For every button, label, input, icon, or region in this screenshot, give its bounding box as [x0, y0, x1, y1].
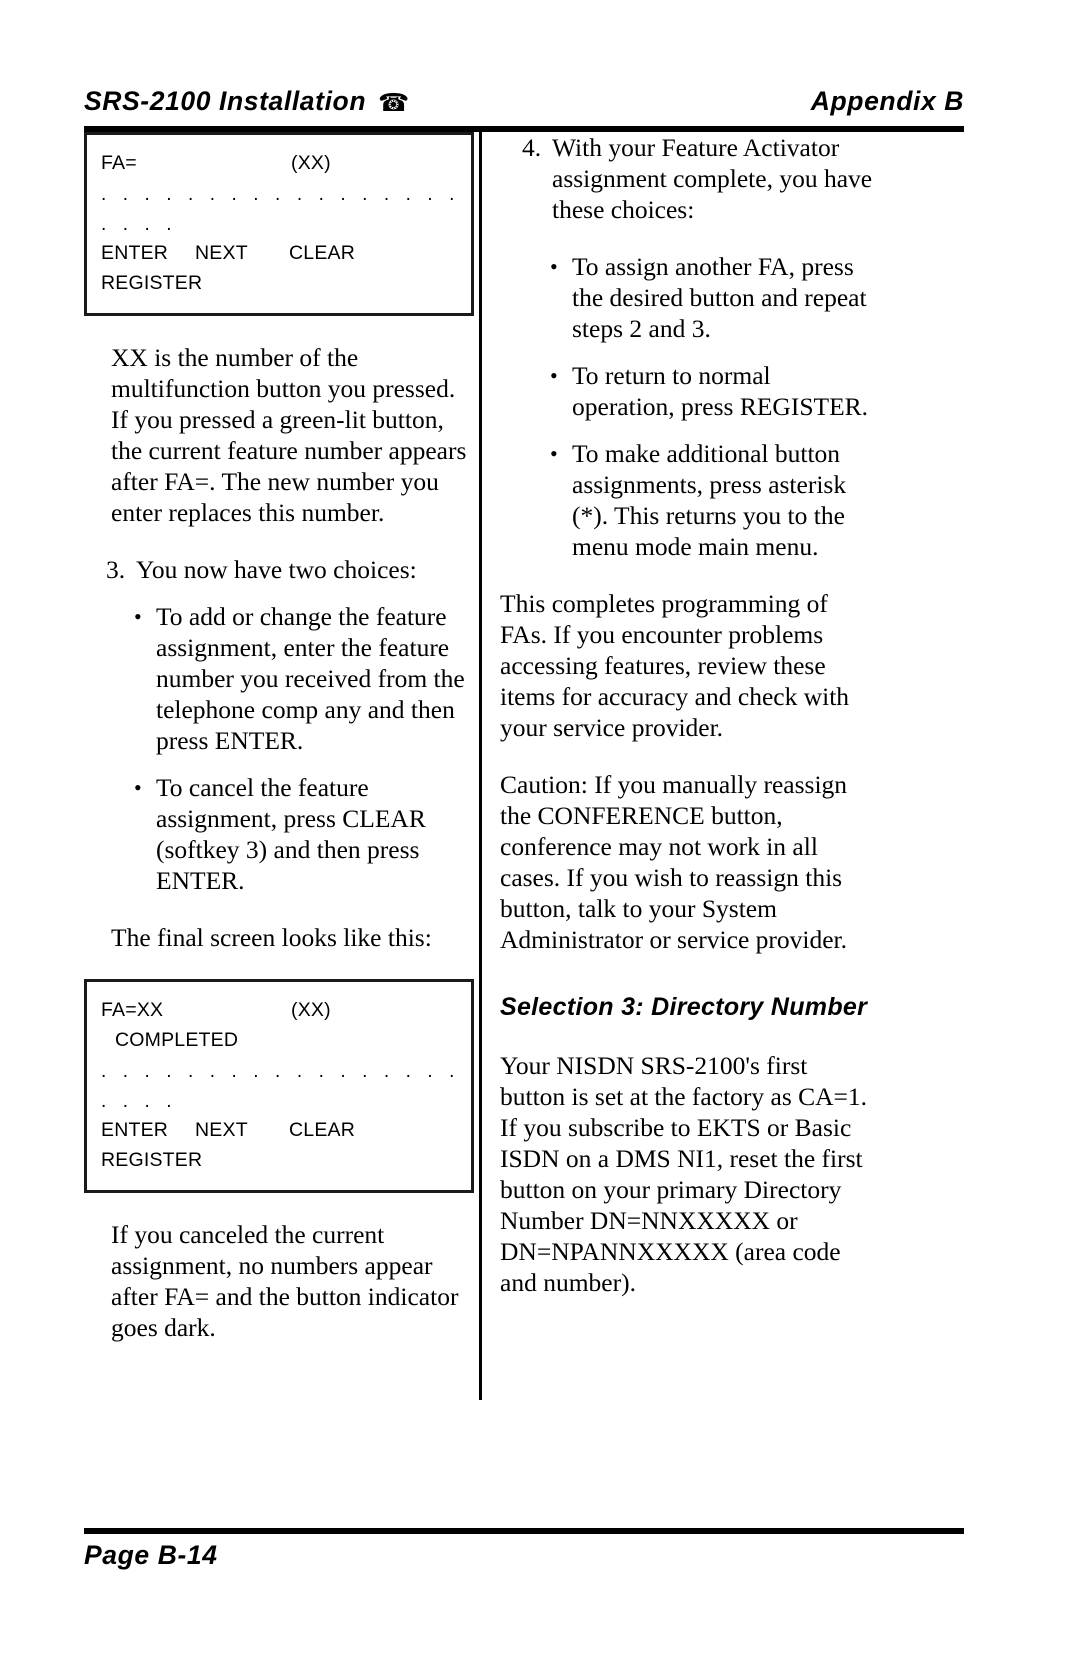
softkey-next: NEXT — [195, 242, 248, 265]
step-4-text: With your Feature Activator assignment c… — [552, 133, 873, 224]
screen-line-fa: FA= (XX) — [101, 149, 471, 179]
paragraph-canceled-assignment: If you canceled the current assignment, … — [111, 1220, 459, 1342]
page-number-label: Page B-14 — [84, 1540, 218, 1570]
column-divider-rule — [479, 130, 482, 1400]
screen-softkey-row: ENTER NEXT CLEAR — [101, 239, 471, 269]
softkey-clear: CLEAR — [289, 242, 356, 265]
list-item-text: To assign another FA, press the desired … — [572, 252, 867, 343]
softkey-enter: ENTER — [101, 242, 169, 265]
step-3-text: You now have two choices: — [136, 555, 417, 584]
screen-line-dots-long: . . . . . . . . . . . . . . . . . . . . … — [101, 1060, 471, 1082]
bullet-icon: • — [550, 363, 558, 388]
section-heading-selection-3: Selection 3: Directory Number — [500, 993, 868, 1021]
list-item: • To add or change the feature assignmen… — [134, 601, 474, 756]
screen-display-box-final: FA=XX (XX) COMPLETED . . . . . . . . . .… — [84, 979, 474, 1193]
step-3-number: 3. — [106, 555, 126, 584]
screen-softkey-register: REGISTER — [101, 1149, 203, 1172]
paragraph-directory-number: Your NISDN SRS-2100's first button is se… — [500, 1051, 868, 1297]
list-item: • To make additional button assignments,… — [550, 438, 878, 562]
list-item-text: To return to normal operation, press REG… — [572, 361, 869, 421]
bullet-icon: • — [134, 775, 142, 800]
list-item: • To return to normal operation, press R… — [550, 360, 878, 422]
step-3: 3. You now have two choices: — [106, 554, 474, 585]
bullet-icon: • — [550, 254, 558, 279]
telephone-icon: ☎ — [378, 89, 410, 117]
softkey-next: NEXT — [195, 1119, 248, 1142]
paragraph-xx-description: XX is the number of the multifunction bu… — [111, 343, 467, 527]
header-left-group: SRS-2100 Installation ☎ — [84, 86, 410, 117]
screen-line-dots-short: . . . . — [101, 1090, 178, 1112]
list-item: • To cancel the feature assignment, pres… — [134, 772, 474, 896]
step-4-number: 4. — [522, 133, 542, 162]
screen-line-dots-short: . . . . — [101, 213, 178, 235]
step-4: 4. With your Feature Activator assignmen… — [522, 132, 878, 225]
screen-softkey-register: REGISTER — [101, 272, 203, 295]
caution-label: Caution: — [500, 770, 588, 799]
header-document-title: SRS-2100 Installation — [84, 86, 367, 116]
left-column: FA= (XX) . . . . . . . . . . . . . . . .… — [84, 132, 474, 1343]
list-item-text: To cancel the feature assignment, press … — [156, 773, 426, 895]
paragraph-final-screen-lead: The final screen looks like this: — [111, 923, 432, 952]
paragraph-completes-programming: This completes programming of FAs. If yo… — [500, 589, 850, 742]
screen-softkey-row: ENTER NEXT CLEAR — [101, 1116, 471, 1146]
screen-line-fa-xx: FA=XX (XX) — [101, 996, 471, 1026]
softkey-enter: ENTER — [101, 1119, 169, 1142]
page-header: SRS-2100 Installation ☎ Appendix B — [84, 86, 964, 126]
header-appendix-label: Appendix B — [810, 86, 964, 116]
page-footer: Page B-14 — [84, 1540, 964, 1571]
right-column: 4. With your Feature Activator assignmen… — [500, 132, 878, 1298]
bullet-icon: • — [134, 604, 142, 629]
list-item-text: To make additional button assignments, p… — [572, 439, 847, 561]
screen-line-dots-long: . . . . . . . . . . . . . . . . . . . . … — [101, 183, 471, 205]
footer-divider-rule — [84, 1528, 964, 1534]
screen-fa-xx-label: FA=XX — [101, 999, 164, 1022]
screen-fa-xx-value: (XX) — [291, 999, 331, 1022]
list-item: • To assign another FA, press the desire… — [550, 251, 878, 344]
screen-fa-label: FA= — [101, 152, 137, 175]
screen-status-completed: COMPLETED — [115, 1029, 239, 1052]
bullet-icon: • — [550, 441, 558, 466]
screen-display-box-initial: FA= (XX) . . . . . . . . . . . . . . . .… — [84, 132, 474, 316]
caution-paragraph: Caution: If you manually reassign the CO… — [500, 769, 878, 955]
caution-note: Caution: If you manually reassign the CO… — [500, 769, 878, 955]
softkey-clear: CLEAR — [289, 1119, 356, 1142]
screen-fa-value: (XX) — [291, 152, 331, 175]
document-page: SRS-2100 Installation ☎ Appendix B FA= (… — [0, 0, 1080, 1669]
list-item-text: To add or change the feature assignment,… — [156, 602, 465, 755]
